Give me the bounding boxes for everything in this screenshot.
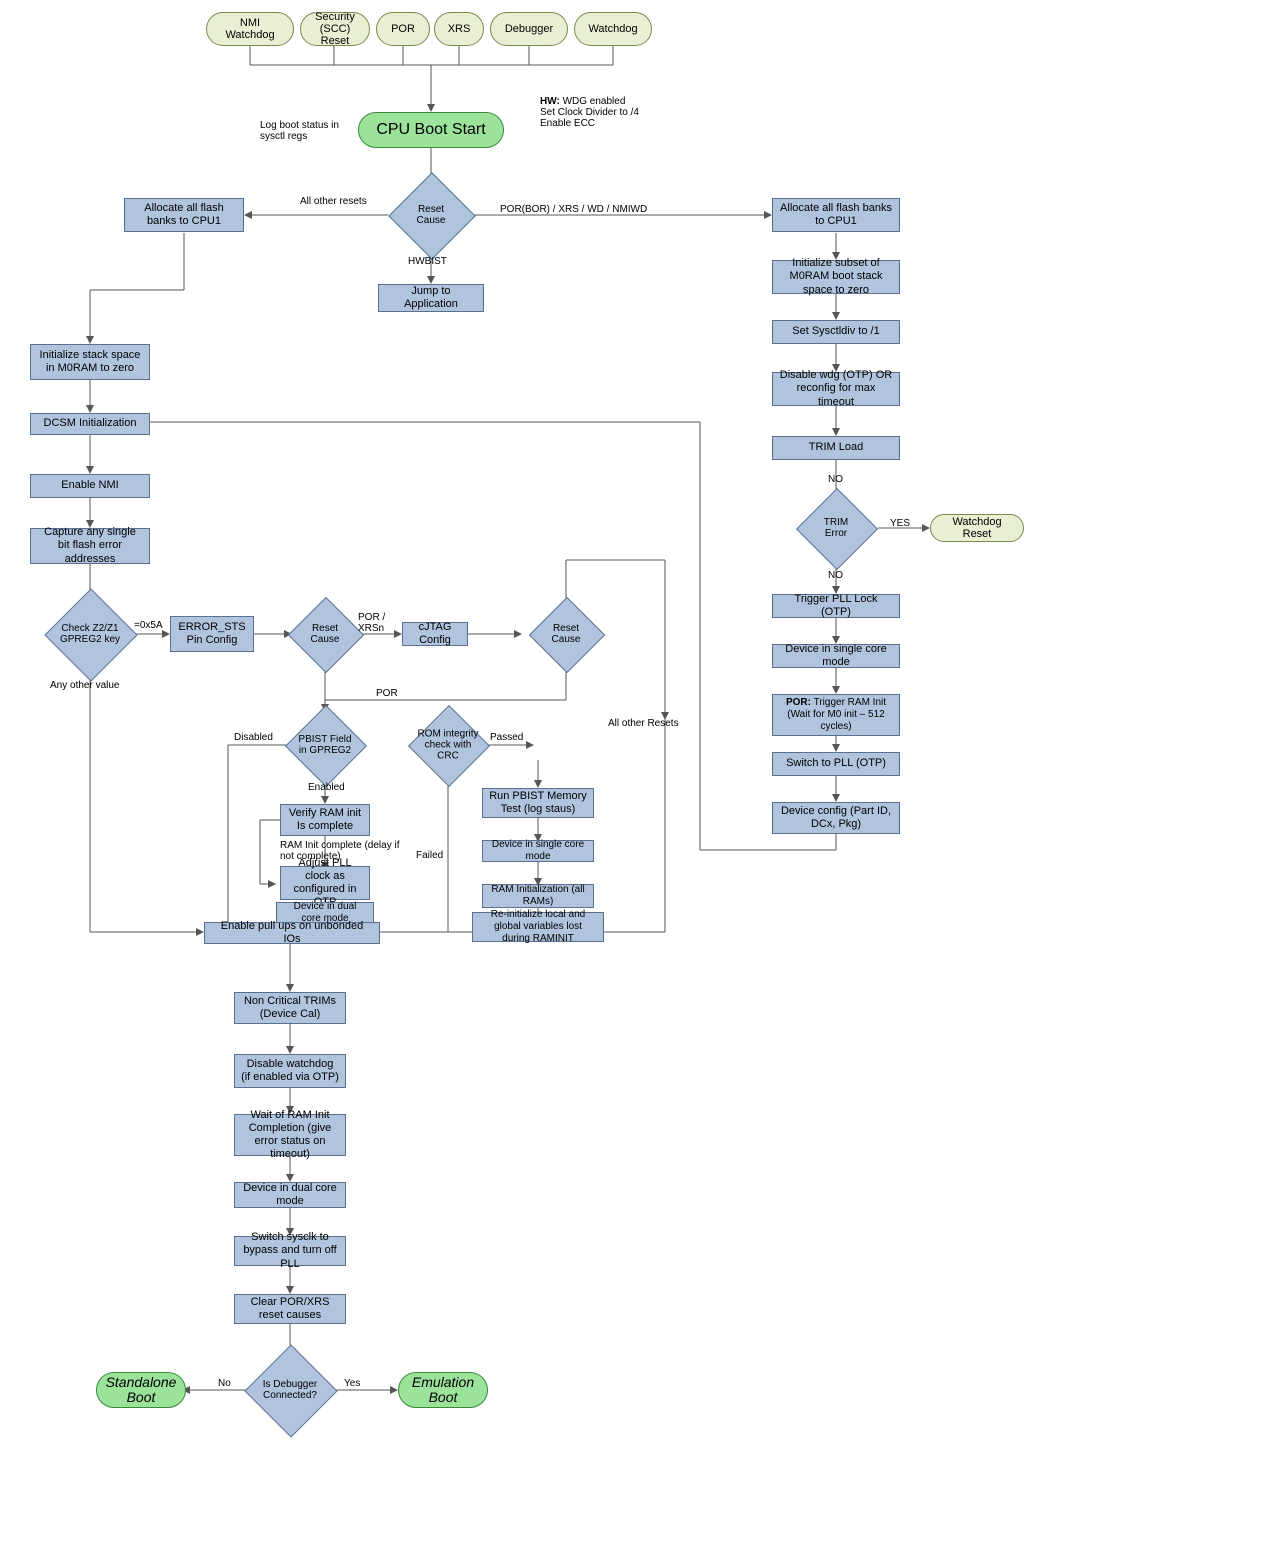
r-diswdg: Disable wdg (OTP) OR reconfig for max ti… xyxy=(772,372,900,406)
r-porinit: POR: Trigger RAM Init (Wait for M0 init … xyxy=(772,694,900,736)
src-nmi: NMI Watchdog xyxy=(206,12,294,46)
dual-core2: Device in dual core mode xyxy=(234,1182,346,1208)
src-por: POR xyxy=(376,12,430,46)
run-pbist: Run PBIST Memory Test (log staus) xyxy=(482,788,594,818)
cjtag: cJTAG Config xyxy=(402,622,468,646)
dis-wdg: Disable watchdog (if enabled via OTP) xyxy=(234,1054,346,1088)
l-alloc: Allocate all flash banks to CPU1 xyxy=(124,198,244,232)
r-no2: NO xyxy=(828,570,843,581)
edge-disabled: Disabled xyxy=(234,732,273,743)
edge-anyother: Any other value xyxy=(50,680,120,691)
edge-0x5a: =0x5A xyxy=(134,620,163,631)
r-yes: YES xyxy=(890,518,910,529)
edge-por: POR xyxy=(376,688,398,699)
r-switchpll: Switch to PLL (OTP) xyxy=(772,752,900,776)
edge-other: All other resets xyxy=(300,196,367,207)
cpu-boot-start: CPU Boot Start xyxy=(358,112,504,148)
src-dbg: Debugger xyxy=(490,12,568,46)
r-pll: Trigger PLL Lock (OTP) xyxy=(772,594,900,618)
wait-ram: Wait of RAM Init Completion (give error … xyxy=(234,1114,346,1156)
log-note: Log boot status in sysctl regs xyxy=(260,120,356,142)
edge-failed: Failed xyxy=(416,850,443,861)
verify-ram: Verify RAM init Is complete xyxy=(280,804,370,836)
edge-hwbist: HWBIST xyxy=(408,256,447,267)
l-cap: Capture any single bit flash error addre… xyxy=(30,528,150,564)
standalone-boot: Standalone Boot xyxy=(96,1372,186,1408)
l-stack: Initialize stack space in M0RAM to zero xyxy=(30,344,150,380)
r-initm0: Initialize subset of M0RAM boot stack sp… xyxy=(772,260,900,294)
switch-bypass: Switch sysclk to bypass and turn off PLL xyxy=(234,1236,346,1266)
r-trimload: TRIM Load xyxy=(772,436,900,460)
edge-yes: Yes xyxy=(344,1378,360,1389)
r-single: Device in single core mode xyxy=(772,644,900,668)
flowchart-canvas: NMI Watchdog Security (SCC) Reset POR XR… xyxy=(0,0,1272,1546)
r-alloc: Allocate all flash banks to CPU1 xyxy=(772,198,900,232)
edge-no: No xyxy=(218,1378,231,1389)
edge-passed: Passed xyxy=(490,732,523,743)
l-nmi: Enable NMI xyxy=(30,474,150,498)
emulation-boot: Emulation Boot xyxy=(398,1372,488,1408)
r-no1: NO xyxy=(828,474,843,485)
single-core: Device in single core mode xyxy=(482,840,594,862)
src-xrs: XRS xyxy=(434,12,484,46)
edge-allother: All other Resets xyxy=(608,718,679,729)
pullups: Enable pull ups on unbonded IOs xyxy=(204,922,380,944)
hw-note: HW: WDG enabled Set Clock Divider to /4 … xyxy=(540,96,700,129)
edge-enabled: Enabled xyxy=(308,782,345,793)
edge-por-xrs: POR(BOR) / XRS / WD / NMIWD xyxy=(500,204,647,215)
r-devcfg: Device config (Part ID, DCx, Pkg) xyxy=(772,802,900,834)
l-dcsm: DCSM Initialization xyxy=(30,413,150,435)
reinit: Re-initialize local and global variables… xyxy=(472,912,604,942)
src-scc: Security (SCC) Reset xyxy=(300,12,370,46)
watchdog-reset: Watchdog Reset xyxy=(930,514,1024,542)
edge-porxrsn: POR / XRSn xyxy=(358,612,398,634)
jump-app: Jump to Application xyxy=(378,284,484,312)
clear-por: Clear POR/XRS reset causes xyxy=(234,1294,346,1324)
r-sysdiv: Set Sysctldiv to /1 xyxy=(772,320,900,344)
nc-trim: Non Critical TRIMs (Device Cal) xyxy=(234,992,346,1024)
errsts: ERROR_STS Pin Config xyxy=(170,616,254,652)
src-wdg: Watchdog xyxy=(574,12,652,46)
adj-pll: Adjust PLL clock as configured in OTP xyxy=(280,866,370,900)
ram-all: RAM Initialization (all RAMs) xyxy=(482,884,594,908)
